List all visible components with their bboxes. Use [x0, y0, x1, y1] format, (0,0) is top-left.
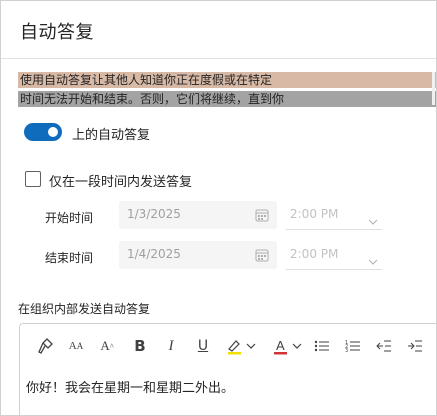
numbering-icon[interactable]: 123: [343, 336, 363, 356]
message-editor[interactable]: AA A ^ B I U A 123 你好！我会在星期一和星期二外出。: [19, 323, 436, 415]
svg-text:A: A: [276, 338, 285, 353]
start-date-value: 1/3/2025: [127, 207, 181, 221]
svg-text:3: 3: [345, 348, 348, 353]
message-body[interactable]: 你好！我会在星期一和星期二外出。: [26, 377, 234, 396]
calendar-icon[interactable]: [255, 207, 269, 226]
start-time-select[interactable]: 2:00 PM: [286, 201, 382, 230]
start-time-value: 2:00 PM: [290, 207, 339, 221]
inside-org-label: 在组织内部发送自动答复: [18, 302, 151, 316]
time-range-checkbox-label: 仅在一段时间内发送答复: [49, 175, 193, 190]
bullets-icon[interactable]: [312, 336, 332, 356]
end-time-label: 结束时间: [45, 251, 94, 265]
scrollbar[interactable]: [432, 72, 435, 105]
chevron-down-icon: [368, 210, 378, 229]
start-time-label: 开始时间: [45, 211, 94, 225]
highlight-icon[interactable]: [224, 336, 260, 356]
description-line-2: 时间无法开始和结束。否则，它们将继续，直到你: [18, 91, 436, 107]
format-painter-icon[interactable]: [36, 336, 56, 356]
auto-reply-toggle-label: 上的自动答复: [72, 128, 151, 143]
description-line-1: 使用自动答复让其他人知道你正在度假或在特定: [18, 72, 436, 88]
font-size-icon[interactable]: AA: [66, 336, 86, 356]
auto-reply-dialog: 自动答复 使用自动答复让其他人知道你正在度假或在特定 时间无法开始和结束。否则，…: [0, 0, 437, 416]
auto-reply-toggle[interactable]: [24, 123, 62, 141]
dialog-header: 自动答复: [1, 1, 436, 59]
start-date-field[interactable]: 1/3/2025: [119, 201, 277, 229]
decrease-indent-icon[interactable]: [374, 336, 394, 356]
calendar-icon[interactable]: [255, 247, 269, 266]
font-color-icon[interactable]: A: [270, 336, 306, 356]
italic-icon[interactable]: I: [161, 336, 181, 356]
grow-font-icon[interactable]: A ^: [97, 336, 117, 356]
time-range-checkbox[interactable]: [25, 171, 41, 187]
chevron-down-icon: [368, 250, 378, 269]
toggle-knob: [48, 127, 58, 137]
underline-icon[interactable]: U: [193, 336, 213, 356]
end-date-field[interactable]: 1/4/2025: [119, 241, 277, 269]
end-date-value: 1/4/2025: [127, 247, 181, 261]
increase-indent-icon[interactable]: [405, 336, 425, 356]
format-toolbar: AA A ^ B I U A 123: [20, 324, 436, 368]
end-time-value: 2:00 PM: [290, 247, 339, 261]
dialog-title: 自动答复: [20, 22, 94, 43]
bold-icon[interactable]: B: [130, 336, 150, 356]
end-time-select[interactable]: 2:00 PM: [286, 241, 382, 270]
